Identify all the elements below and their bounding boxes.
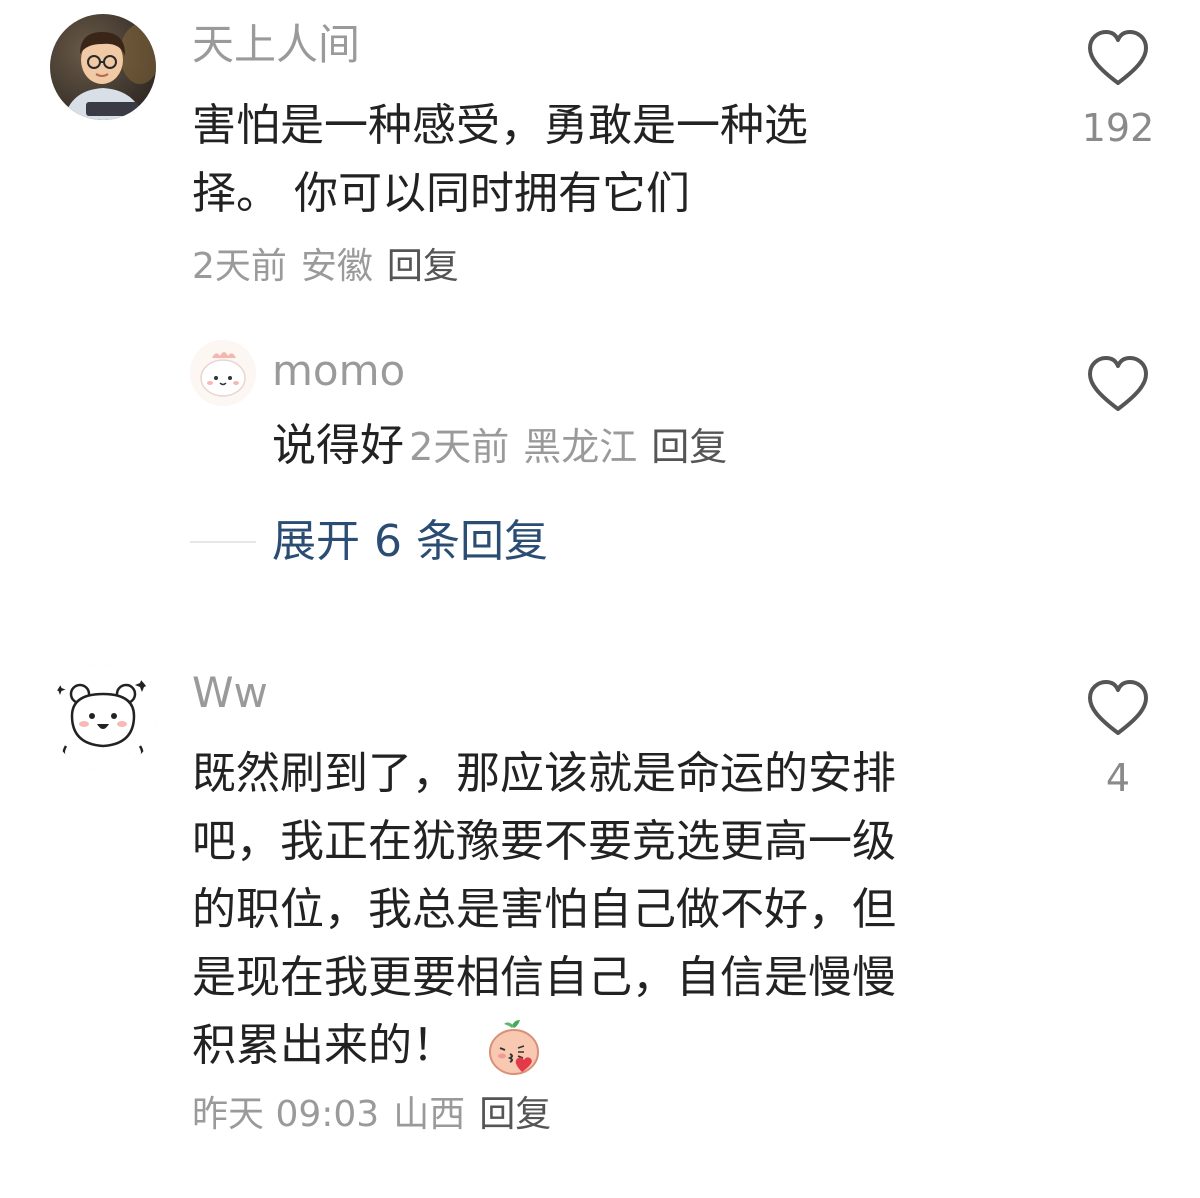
expand-replies-link[interactable]: 展开 6 条回复 xyxy=(272,514,548,570)
like-count: 4 xyxy=(1105,756,1131,800)
comment-region: 山西 xyxy=(393,1094,466,1135)
comment-text: 既然刷到了，那应该就是命运的安排 吧，我正在犹豫要不要竞选更高一级 的职位，我总… xyxy=(192,740,1052,1080)
like-button[interactable] xyxy=(1078,354,1158,418)
comment-text: 害怕是一种感受，勇敢是一种选 择。 你可以同时拥有它们 xyxy=(192,92,1052,228)
comment-text-line: 吧，我正在犹豫要不要竞选更高一级 xyxy=(192,816,896,867)
comment-region: 安徽 xyxy=(300,246,373,287)
reply-username[interactable]: momo xyxy=(272,346,405,396)
comment-text-line: 的职位，我总是害怕自己做不好，但 xyxy=(192,884,896,935)
avatar[interactable] xyxy=(50,14,156,120)
comment-text-line: 积累出来的！ xyxy=(192,1020,456,1071)
comment-time: 昨天 09:03 xyxy=(192,1094,380,1135)
comment-text-line: 害怕是一种感受，勇敢是一种选 xyxy=(192,100,808,151)
reply-region: 黑龙江 xyxy=(523,425,638,469)
reply-button[interactable]: 回复 xyxy=(479,1094,551,1135)
comment-text-line-last: 积累出来的！ xyxy=(192,1012,1052,1080)
reply-button[interactable]: 回复 xyxy=(651,425,727,469)
avatar[interactable] xyxy=(50,664,156,770)
comment-meta: 昨天 09:03 山西 回复 xyxy=(192,1092,551,1138)
like-button[interactable]: 4 xyxy=(1078,678,1158,800)
kiss-heart-sticker-icon xyxy=(489,1020,539,1075)
reply-content: 说得好 2天前 黑龙江 回复 xyxy=(272,418,727,483)
user-avatar-image xyxy=(190,340,256,406)
reply-time: 2天前 xyxy=(409,425,510,469)
user-avatar-image xyxy=(50,664,156,770)
heart-outline-icon xyxy=(1088,356,1148,411)
like-button[interactable]: 192 xyxy=(1078,28,1158,150)
user-avatar-image xyxy=(50,14,156,120)
heart-outline-icon xyxy=(1088,680,1148,735)
avatar[interactable] xyxy=(190,340,256,406)
reply-text: 说得好 xyxy=(272,420,404,471)
divider-line xyxy=(190,541,256,543)
comment-time: 2天前 xyxy=(192,246,287,287)
comment-text-line: 既然刷到了，那应该就是命运的安排 xyxy=(192,748,896,799)
comment-username[interactable]: 天上人间 xyxy=(192,20,360,70)
comment-username[interactable]: Ww xyxy=(192,668,268,718)
comment-text-line: 是现在我更要相信自己，自信是慢慢 xyxy=(192,952,896,1003)
like-count: 192 xyxy=(1081,106,1155,150)
reply-button[interactable]: 回复 xyxy=(387,246,459,287)
reply-meta: 2天前 黑龙江 回复 xyxy=(409,425,727,469)
comment-meta: 2天前 安徽 回复 xyxy=(192,244,459,290)
heart-outline-icon xyxy=(1088,30,1148,85)
comment-text-line: 择。 你可以同时拥有它们 xyxy=(192,168,690,219)
